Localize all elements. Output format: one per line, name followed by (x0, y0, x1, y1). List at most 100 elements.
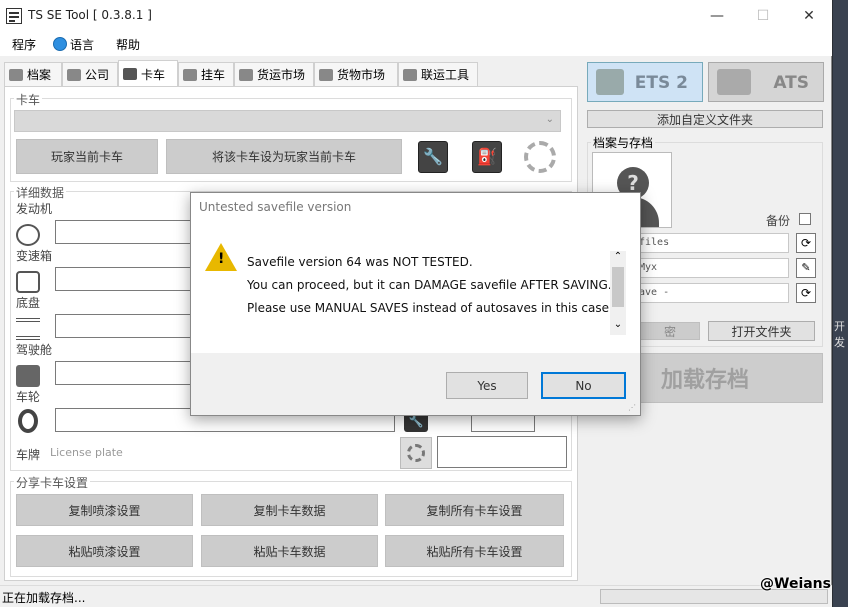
close-button[interactable]: ✕ (786, 0, 832, 32)
details-group-label: 详细数据 (14, 184, 67, 201)
scrollbar-thumb (612, 267, 624, 307)
status-bar: 正在加载存档... (0, 585, 832, 607)
open-folder-button[interactable]: 打开文件夹 (708, 321, 815, 341)
tab-label: 联运工具 (421, 68, 470, 82)
dialog-title: Untested savefile version (199, 200, 352, 214)
profile-folder-select[interactable]: files (634, 233, 789, 253)
profile-select[interactable]: Myx (634, 258, 789, 278)
watermark: @Weians (760, 576, 831, 592)
no-button[interactable]: No (541, 372, 626, 399)
transmission-label: 变速箱 (16, 249, 53, 263)
cabin-label: 驾驶舱 (16, 343, 53, 357)
engine-label: 发动机 (16, 202, 53, 216)
trailer-tab-icon (183, 68, 197, 81)
ats-label: ATS (773, 73, 809, 93)
company-tab-icon (67, 68, 81, 81)
refresh-icon[interactable]: ⟳ (796, 283, 816, 303)
plate-field[interactable] (437, 436, 567, 468)
password-button[interactable]: 密 (640, 322, 700, 340)
gear-icon (407, 444, 425, 462)
wheels-label: 车轮 (16, 390, 41, 404)
truck-icon (596, 69, 624, 95)
tab-truck[interactable]: 卡车 (118, 60, 178, 87)
warning-icon-mark: ! (218, 251, 225, 267)
truck-select[interactable]: ⌄ (14, 110, 561, 132)
ats-button[interactable]: ATS (708, 62, 824, 102)
tab-freight-market[interactable]: 货运市场 (234, 62, 314, 86)
plate-label: 车牌 (16, 448, 41, 462)
dialog-line-2: You can proceed, but it can DAMAGE savef… (247, 278, 612, 292)
plate-gear-button[interactable] (400, 437, 432, 469)
untested-savefile-dialog: Untested savefile version ! Savefile ver… (190, 192, 641, 416)
background-window-edge (833, 0, 848, 607)
player-current-truck-button[interactable]: 玩家当前卡车 (16, 139, 158, 174)
wrench-icon[interactable]: 🔧 (418, 141, 448, 173)
convoy-tab-icon (403, 68, 417, 81)
tab-company[interactable]: 公司 (62, 62, 118, 86)
dialog-line-1: Savefile version 64 was NOT TESTED. (247, 255, 473, 269)
cabin-icon (16, 365, 40, 387)
tab-cargo-market[interactable]: 货物市场 (314, 62, 398, 86)
cargo-tab-icon (319, 68, 333, 81)
dialog-button-area: Yes No ⋰ (191, 353, 640, 415)
engine-field[interactable] (55, 220, 195, 244)
freight-tab-icon (239, 68, 253, 81)
backup-label: 备份 (766, 214, 791, 228)
tab-convoy-tools[interactable]: 联运工具 (398, 62, 478, 86)
wheel-icon (18, 409, 38, 433)
menu-program[interactable]: 程序 (12, 36, 36, 53)
save-select[interactable]: ave - (634, 283, 789, 303)
app-icon (6, 8, 22, 24)
copy-all-truck-button[interactable]: 复制所有卡车设置 (385, 494, 564, 526)
tab-trailer[interactable]: 挂车 (178, 62, 234, 86)
paste-truck-data-button[interactable]: 粘贴卡车数据 (201, 535, 378, 567)
tab-label: 货物市场 (337, 68, 386, 82)
yes-button[interactable]: Yes (446, 372, 528, 399)
profile-tab-icon (9, 68, 23, 81)
dialog-line-3: Please use MANUAL SAVES instead of autos… (247, 301, 614, 315)
tab-label: 档案 (27, 68, 52, 82)
resize-grip[interactable]: ⋰ (628, 403, 636, 412)
cabin-field[interactable] (55, 361, 195, 385)
dialog-scrollbar[interactable]: ⌃ ⌄ (610, 251, 626, 335)
profiles-group-label: 档案与存档 (591, 134, 656, 151)
set-player-truck-button[interactable]: 将该卡车设为玩家当前卡车 (166, 139, 402, 174)
gear-icon[interactable] (524, 141, 556, 173)
truck-icon (717, 69, 751, 95)
chassis-label: 底盘 (16, 296, 41, 310)
edge-text: 开发 (834, 320, 845, 349)
engine-icon (16, 224, 40, 246)
status-text: 正在加载存档... (2, 591, 86, 605)
title-bar: TS SE Tool [ 0.3.8.1 ] — ☐ ✕ (0, 0, 832, 32)
refresh-icon[interactable]: ⟳ (796, 233, 816, 253)
chevron-down-icon: ⌄ (613, 319, 623, 330)
plate-placeholder: License plate (50, 446, 123, 459)
ets2-button[interactable]: ETS 2 (587, 62, 703, 102)
transmission-field[interactable] (55, 267, 195, 291)
fuel-icon[interactable]: ⛽ (472, 141, 502, 173)
paste-all-truck-button[interactable]: 粘贴所有卡车设置 (385, 535, 564, 567)
tab-label: 公司 (85, 68, 110, 82)
truck-group-label: 卡车 (14, 91, 43, 108)
menu-language[interactable]: 语言 (70, 36, 94, 53)
menu-help[interactable]: 帮助 (116, 36, 140, 53)
paste-paint-button[interactable]: 粘贴喷漆设置 (16, 535, 193, 567)
backup-checkbox[interactable] (799, 213, 811, 225)
edit-icon[interactable]: ✎ (796, 258, 816, 278)
chevron-up-icon: ⌃ (613, 251, 623, 262)
copy-paint-button[interactable]: 复制喷漆设置 (16, 494, 193, 526)
menu-bar: 程序 语言 帮助 (0, 32, 832, 56)
window-title: TS SE Tool [ 0.3.8.1 ] (28, 8, 152, 22)
tab-profile[interactable]: 档案 (4, 62, 62, 86)
ets2-label: ETS 2 (634, 73, 688, 93)
chassis-field[interactable] (55, 314, 195, 338)
transmission-icon (16, 271, 40, 293)
chassis-icon (16, 318, 40, 340)
chevron-down-icon: ⌄ (545, 114, 554, 125)
tab-label: 货运市场 (257, 68, 306, 82)
maximize-button[interactable]: ☐ (740, 0, 786, 32)
copy-truck-data-button[interactable]: 复制卡车数据 (201, 494, 378, 526)
add-custom-folder-button[interactable]: 添加自定义文件夹 (587, 110, 823, 128)
minimize-button[interactable]: — (694, 0, 740, 32)
truck-tab-icon (123, 68, 137, 80)
